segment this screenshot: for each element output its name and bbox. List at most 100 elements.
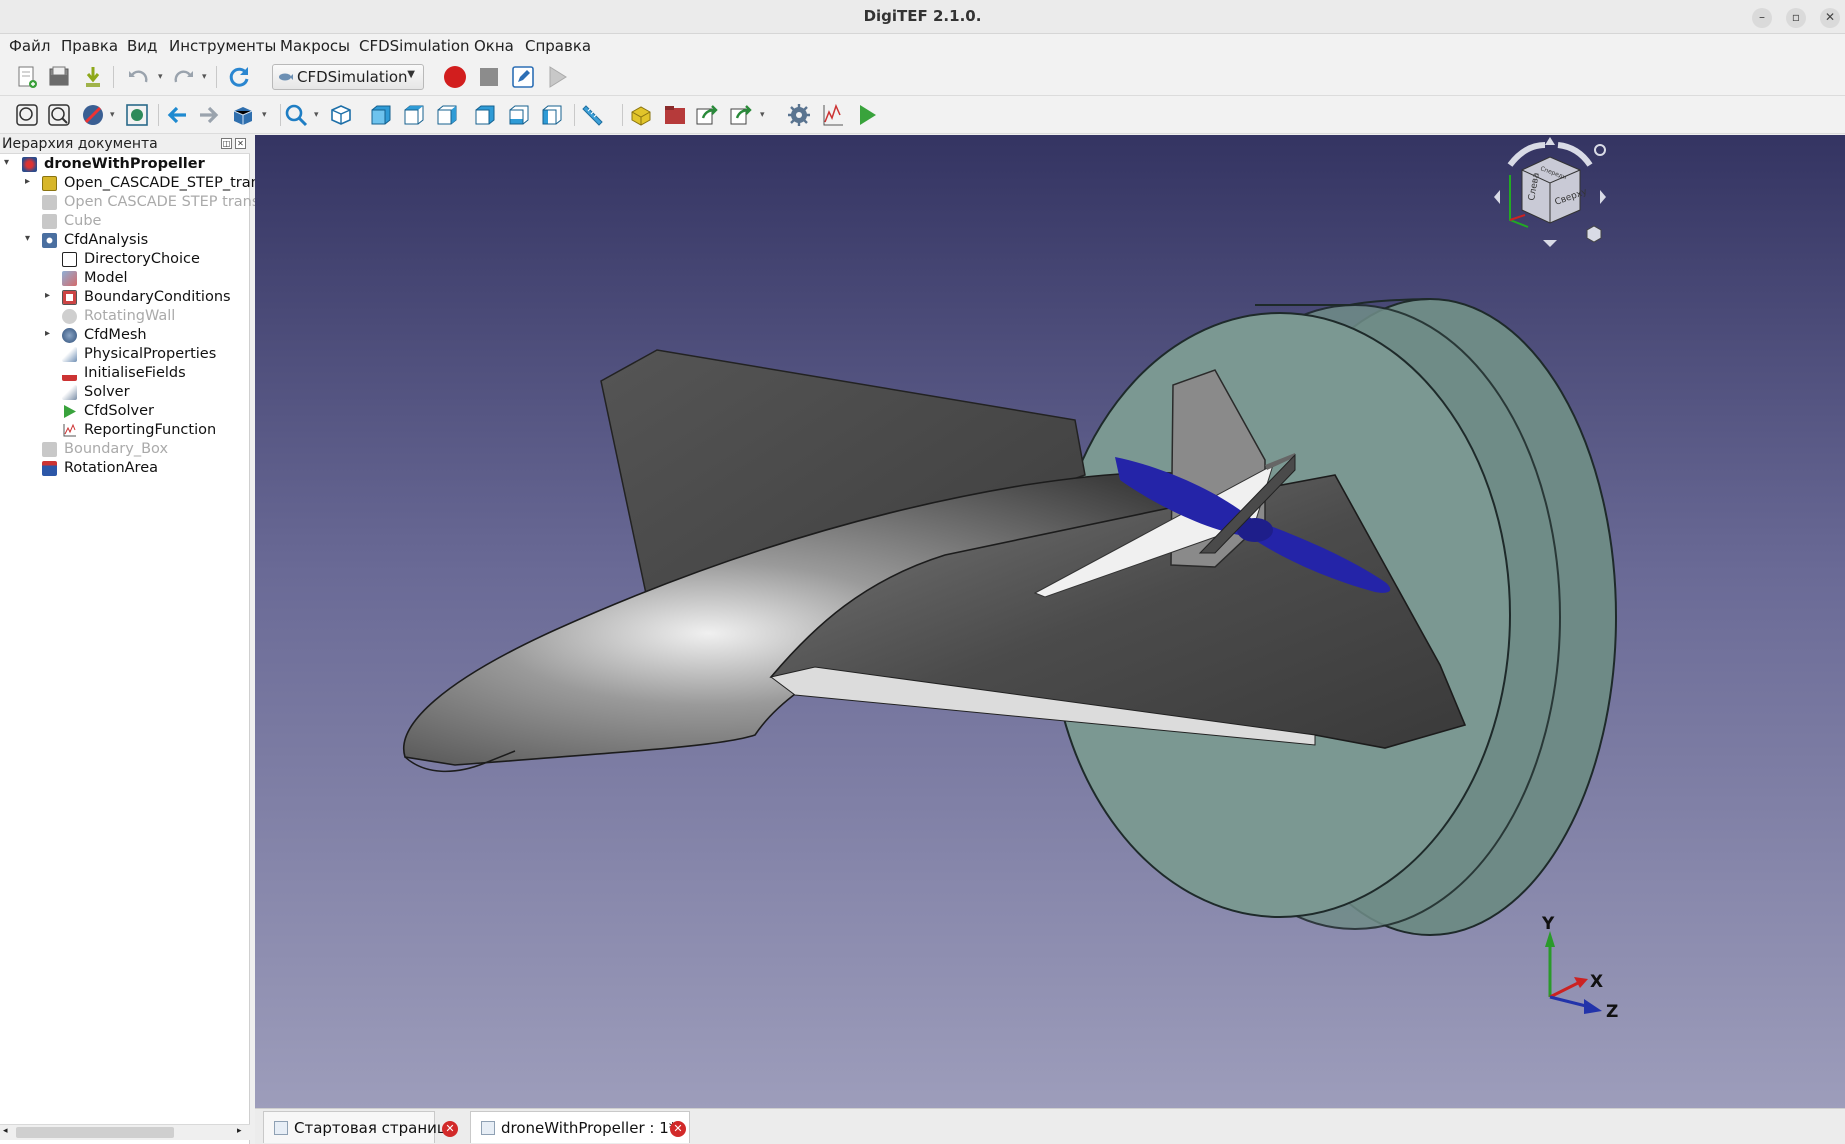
rotating-wall-icon — [62, 309, 77, 324]
tree-item[interactable]: InitialiseFields — [0, 365, 250, 384]
close-tab-icon[interactable]: ✕ — [670, 1121, 686, 1137]
menu-windows[interactable]: Окна — [474, 37, 514, 55]
tree-item[interactable]: DirectoryChoice — [0, 251, 250, 270]
folder-icon[interactable] — [662, 102, 688, 128]
tree-item[interactable]: Open CASCADE STEP trans — [0, 194, 259, 213]
left-view-icon[interactable] — [539, 102, 565, 128]
close-panel-icon[interactable]: ✕ — [235, 138, 246, 149]
workbench-selector[interactable]: CFDSimulation ▼ — [272, 64, 424, 90]
box-icon — [42, 442, 57, 457]
collapse-arrow-icon[interactable]: ▾ — [4, 157, 9, 168]
chevron-down-icon: ▼ — [407, 69, 415, 80]
view-toolbar: ▾ ▾ ▾ ▾ — [0, 96, 1845, 134]
zoom-dropdown-icon[interactable]: ▾ — [314, 110, 319, 120]
menu-bar: Файл Правка Вид Инструменты Макросы CFDS… — [0, 34, 1845, 58]
tree-item[interactable]: RotationArea — [0, 460, 250, 479]
mesh-icon — [62, 328, 77, 343]
bottom-view-icon[interactable] — [506, 102, 532, 128]
menu-tools[interactable]: Инструменты — [169, 37, 276, 55]
cylinder-icon — [42, 461, 57, 476]
tree-item[interactable]: ▸ CfdMesh — [0, 327, 250, 346]
3d-viewport[interactable]: Слева Сверху Спереди Y X Z — [255, 135, 1845, 1108]
tree-item[interactable]: Model — [0, 270, 250, 289]
zoom-icon[interactable] — [283, 102, 309, 128]
physical-properties-icon — [62, 347, 77, 362]
draw-style-dropdown-icon[interactable]: ▾ — [110, 110, 115, 120]
isometric-view-icon[interactable] — [328, 102, 354, 128]
tab-drone-document[interactable]: droneWithPropeller : 1* ✕ — [470, 1111, 690, 1143]
menu-macros[interactable]: Макросы — [280, 37, 350, 55]
menu-edit[interactable]: Правка — [61, 37, 118, 55]
import-export-icon[interactable] — [728, 102, 754, 128]
stop-macro-icon[interactable] — [476, 64, 502, 90]
tree-item[interactable]: ▸ Open_CASCADE_STEP_tran — [0, 175, 260, 194]
axis-triad: Y X Z — [1541, 914, 1618, 1022]
tree-item[interactable]: PhysicalProperties — [0, 346, 250, 365]
right-view-icon[interactable] — [434, 102, 460, 128]
tree-item-root[interactable]: ▾ droneWithPropeller — [0, 156, 250, 175]
std-views-icon[interactable] — [230, 102, 256, 128]
run-solver-icon[interactable] — [854, 102, 880, 128]
top-view-icon[interactable] — [401, 102, 427, 128]
tree-item[interactable]: Boundary_Box — [0, 441, 250, 460]
close-button[interactable]: ✕ — [1820, 8, 1840, 28]
refresh-icon[interactable] — [226, 64, 252, 90]
navigation-cube[interactable]: Слева Сверху Спереди — [1494, 137, 1606, 247]
document-tab-bar: Стартовая страница ✕ droneWithPropeller … — [255, 1108, 1845, 1144]
scroll-left-icon[interactable]: ◂ — [3, 1126, 8, 1136]
page-icon — [481, 1121, 495, 1135]
tab-start-page[interactable]: Стартовая страница ✕ — [263, 1111, 458, 1143]
undo-dropdown-icon[interactable]: ▾ — [158, 72, 163, 82]
bounding-box-icon[interactable] — [124, 102, 150, 128]
new-file-icon[interactable] — [14, 64, 40, 90]
settings-gear-icon[interactable] — [786, 102, 812, 128]
back-arrow-icon[interactable] — [164, 102, 190, 128]
workbench-label: CFDSimulation — [297, 68, 408, 86]
tree-item[interactable]: CfdSolver — [0, 403, 250, 422]
export-dropdown-icon[interactable]: ▾ — [760, 110, 765, 120]
tree-item[interactable]: ReportingFunction — [0, 422, 250, 441]
forward-arrow-icon[interactable] — [196, 102, 222, 128]
expand-arrow-icon[interactable]: ▸ — [45, 328, 50, 339]
tree-item[interactable]: ▸ BoundaryConditions — [0, 289, 250, 308]
residuals-plot-icon[interactable] — [820, 102, 846, 128]
scroll-right-icon[interactable]: ▸ — [237, 1126, 242, 1136]
maximize-button[interactable]: ▫ — [1786, 8, 1806, 28]
std-views-dropdown-icon[interactable]: ▾ — [262, 110, 267, 120]
workbench-icon — [279, 73, 293, 81]
scrollbar-thumb[interactable] — [16, 1127, 174, 1138]
menu-view[interactable]: Вид — [127, 37, 157, 55]
tree-horizontal-scrollbar[interactable]: ◂ ▸ — [0, 1124, 250, 1140]
redo-icon[interactable] — [170, 64, 196, 90]
collapse-arrow-icon[interactable]: ▾ — [25, 233, 30, 244]
edit-macro-icon[interactable] — [510, 64, 536, 90]
menu-file[interactable]: Файл — [9, 37, 50, 55]
tree-item[interactable]: RotatingWall — [0, 308, 250, 327]
tree-item[interactable]: ▾ CfdAnalysis — [0, 232, 250, 251]
open-file-icon[interactable] — [46, 64, 72, 90]
draw-style-icon[interactable] — [80, 102, 106, 128]
tree-item[interactable]: Cube — [0, 213, 250, 232]
expand-arrow-icon[interactable]: ▸ — [25, 176, 30, 187]
run-macro-icon[interactable] — [544, 64, 570, 90]
redo-dropdown-icon[interactable]: ▾ — [202, 72, 207, 82]
float-panel-icon[interactable]: ◫ — [221, 138, 232, 149]
rear-view-icon[interactable] — [472, 102, 498, 128]
undo-icon[interactable] — [126, 64, 152, 90]
run-solver-icon — [64, 405, 76, 418]
tree-item[interactable]: Solver — [0, 384, 250, 403]
close-tab-icon[interactable]: ✕ — [442, 1121, 458, 1137]
save-icon[interactable] — [80, 64, 106, 90]
fit-all-icon[interactable] — [14, 102, 40, 128]
analysis-container-icon[interactable] — [628, 102, 654, 128]
front-view-icon[interactable] — [368, 102, 394, 128]
measure-icon[interactable] — [580, 102, 606, 128]
fit-selection-icon[interactable] — [46, 102, 72, 128]
menu-help[interactable]: Справка — [525, 37, 591, 55]
export-icon[interactable] — [694, 102, 720, 128]
minimize-button[interactable]: – — [1752, 8, 1772, 28]
record-macro-icon[interactable] — [442, 64, 468, 90]
expand-arrow-icon[interactable]: ▸ — [45, 290, 50, 301]
axis-z-label: Z — [1606, 1002, 1618, 1022]
menu-cfdsimulation[interactable]: CFDSimulation — [359, 37, 470, 55]
